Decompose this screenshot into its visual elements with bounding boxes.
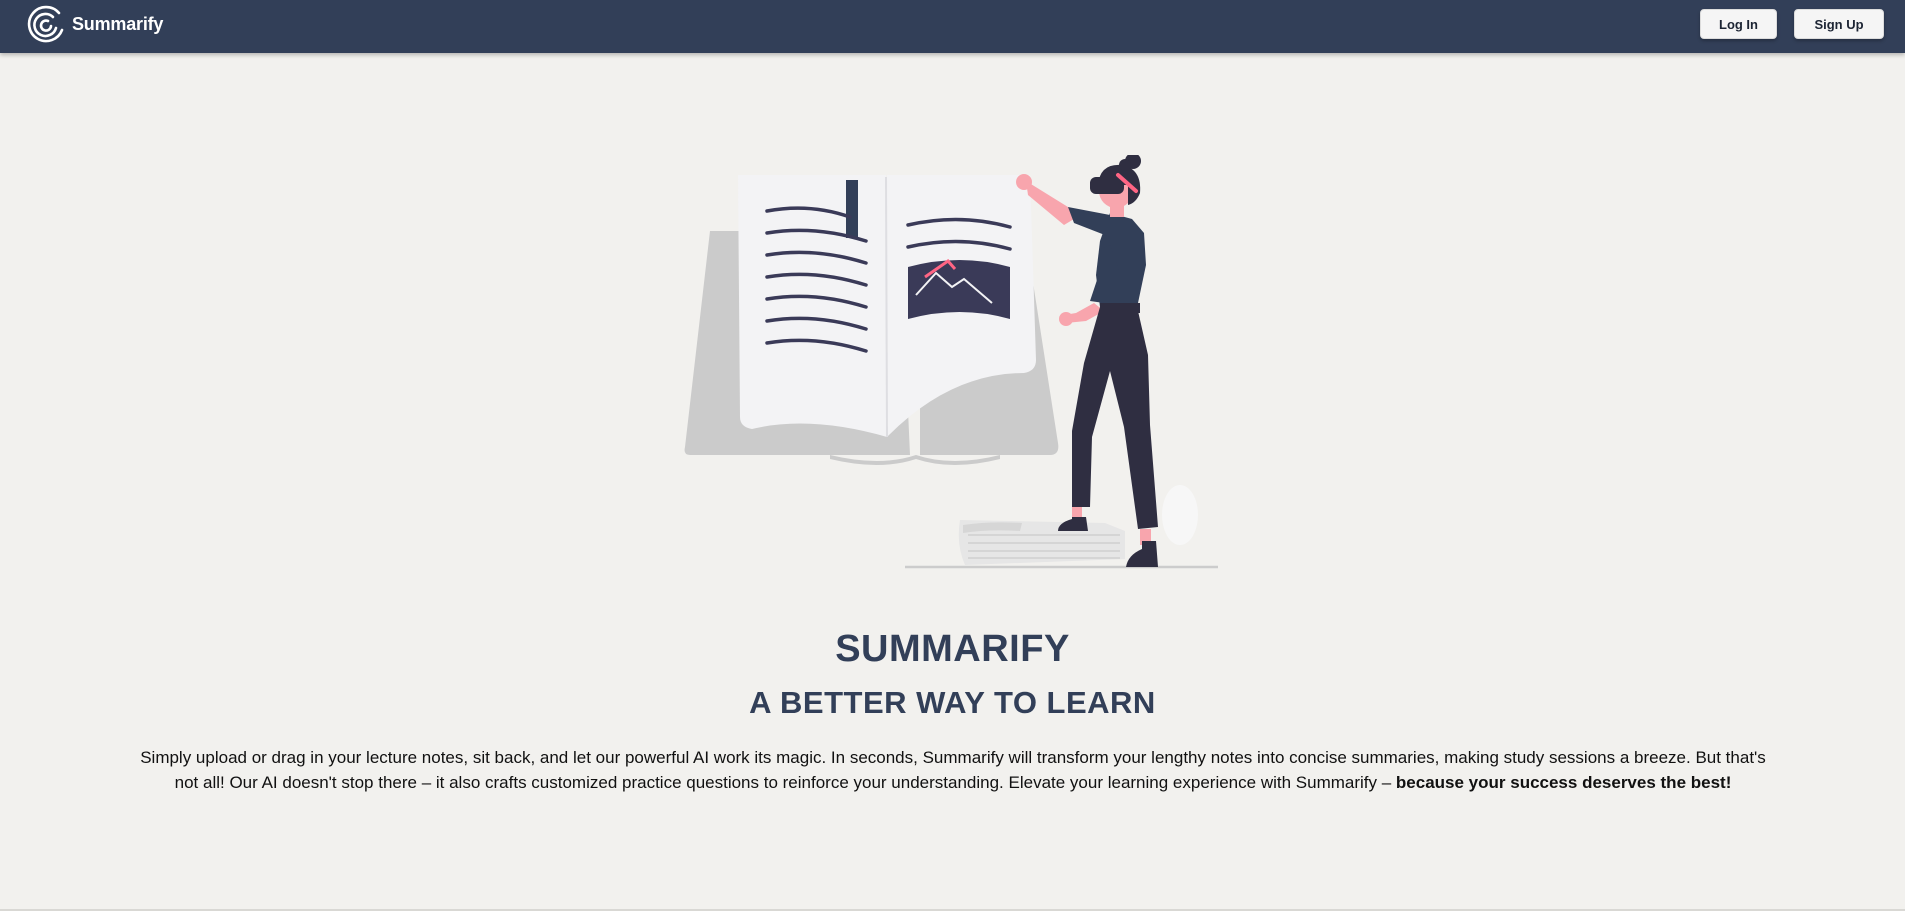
hero-subtitle: A BETTER WAY TO LEARN [0,685,1905,721]
top-navbar: Summarify Log In Sign Up [0,0,1905,53]
login-button[interactable]: Log In [1700,9,1777,39]
hero-description: Simply upload or drag in your lecture no… [128,745,1778,795]
brand-name: Summarify [72,13,164,34]
brand-logo-link[interactable]: Summarify [26,4,163,44]
hero-description-emphasis: because your success deserves the best! [1395,773,1732,792]
hero-subtitle-emphasis: LEARN [1046,685,1156,720]
book-picture [908,260,1010,319]
bookmark [846,180,858,238]
hero-title: SUMMARIFY [835,628,1070,670]
reading-book-illustration [680,153,1220,575]
signup-button[interactable]: Sign Up [1794,9,1884,39]
hero-subtitle-prefix: A BETTER WAY TO [749,685,1047,720]
summarify-logo-icon [27,5,64,43]
